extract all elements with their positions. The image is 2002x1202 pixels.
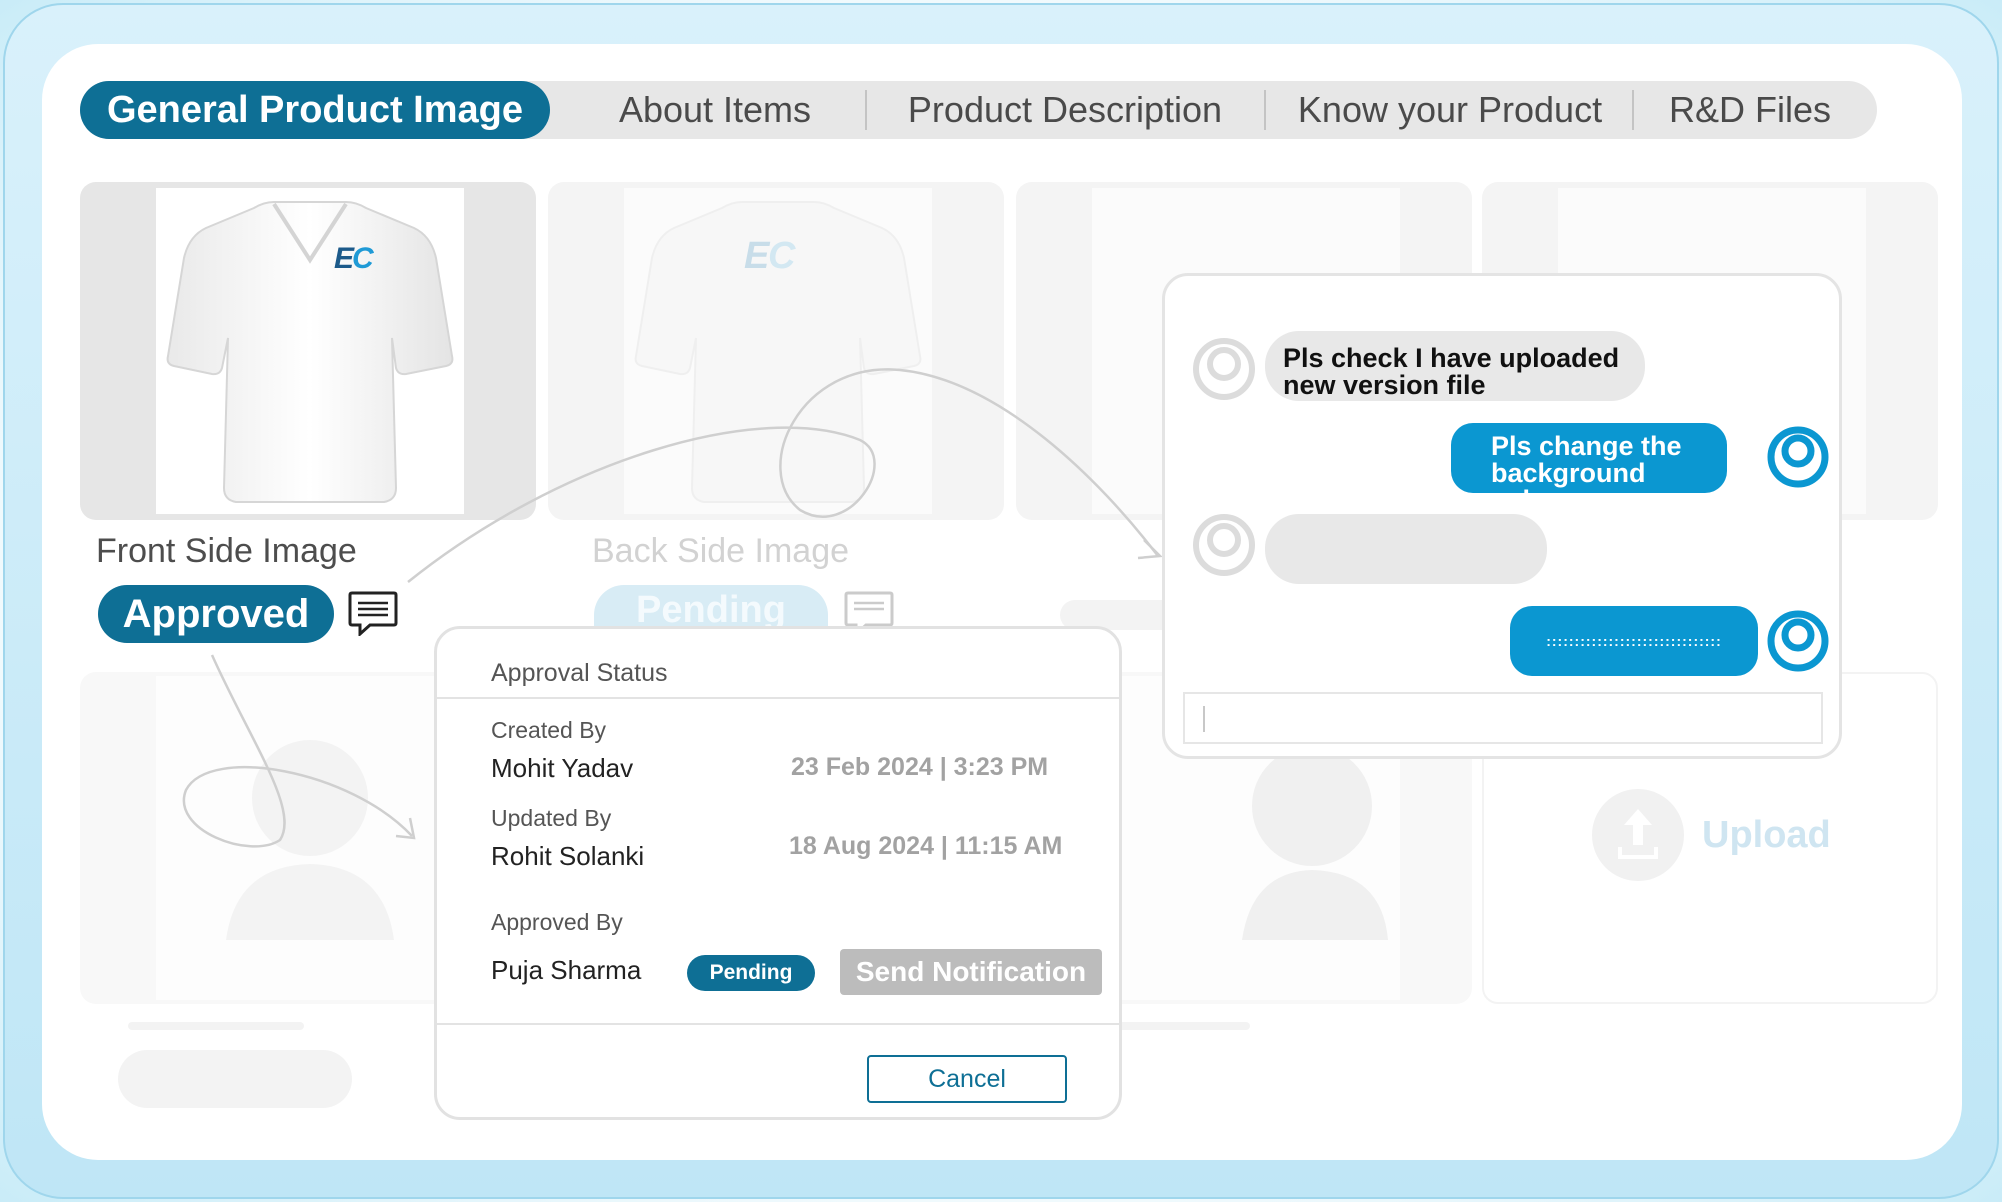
message-text: Pls change the — [1491, 431, 1682, 461]
approval-status-modal: Approval Status Created By Mohit Yadav 2… — [434, 626, 1122, 1120]
chat-message-placeholder — [1265, 514, 1547, 584]
updated-by-label: Updated By — [491, 805, 612, 831]
approved-by-label: Approved By — [491, 909, 623, 935]
message-text: new version file — [1283, 370, 1486, 400]
text-caret — [1203, 706, 1205, 732]
created-by-name: Mohit Yadav — [491, 753, 634, 783]
chat-panel: Pls check I have uploaded new version fi… — [1162, 273, 1842, 759]
updated-date: 18 Aug 2024 | 11:15 AM — [789, 832, 1063, 860]
user-avatar-icon — [1193, 514, 1255, 576]
chat-message-typing: ::::::::::::::::::::::::::::::: — [1510, 606, 1758, 676]
chat-message-sent: Pls change the background color — [1451, 423, 1727, 514]
approval-pending-badge: Pending — [687, 955, 815, 991]
cancel-button[interactable]: Cancel — [867, 1055, 1067, 1103]
my-avatar-icon — [1767, 426, 1829, 488]
created-by-label: Created By — [491, 717, 607, 743]
send-notification-button[interactable]: Send Notification — [840, 949, 1102, 995]
updated-by-name: Rohit Solanki — [491, 841, 645, 871]
message-text: Pls check I have uploaded — [1283, 343, 1620, 373]
chat-message-received: Pls check I have uploaded new version fi… — [1265, 331, 1645, 401]
divider — [437, 1023, 1119, 1025]
user-avatar-icon — [1193, 338, 1255, 400]
approved-by-name: Puja Sharma — [491, 955, 642, 985]
modal-title: Approval Status — [491, 659, 668, 687]
created-date: 23 Feb 2024 | 3:23 PM — [791, 753, 1049, 781]
chat-message-input[interactable] — [1183, 692, 1823, 744]
divider — [437, 697, 1119, 699]
message-text: background color — [1491, 458, 1646, 515]
my-avatar-icon — [1767, 610, 1829, 672]
